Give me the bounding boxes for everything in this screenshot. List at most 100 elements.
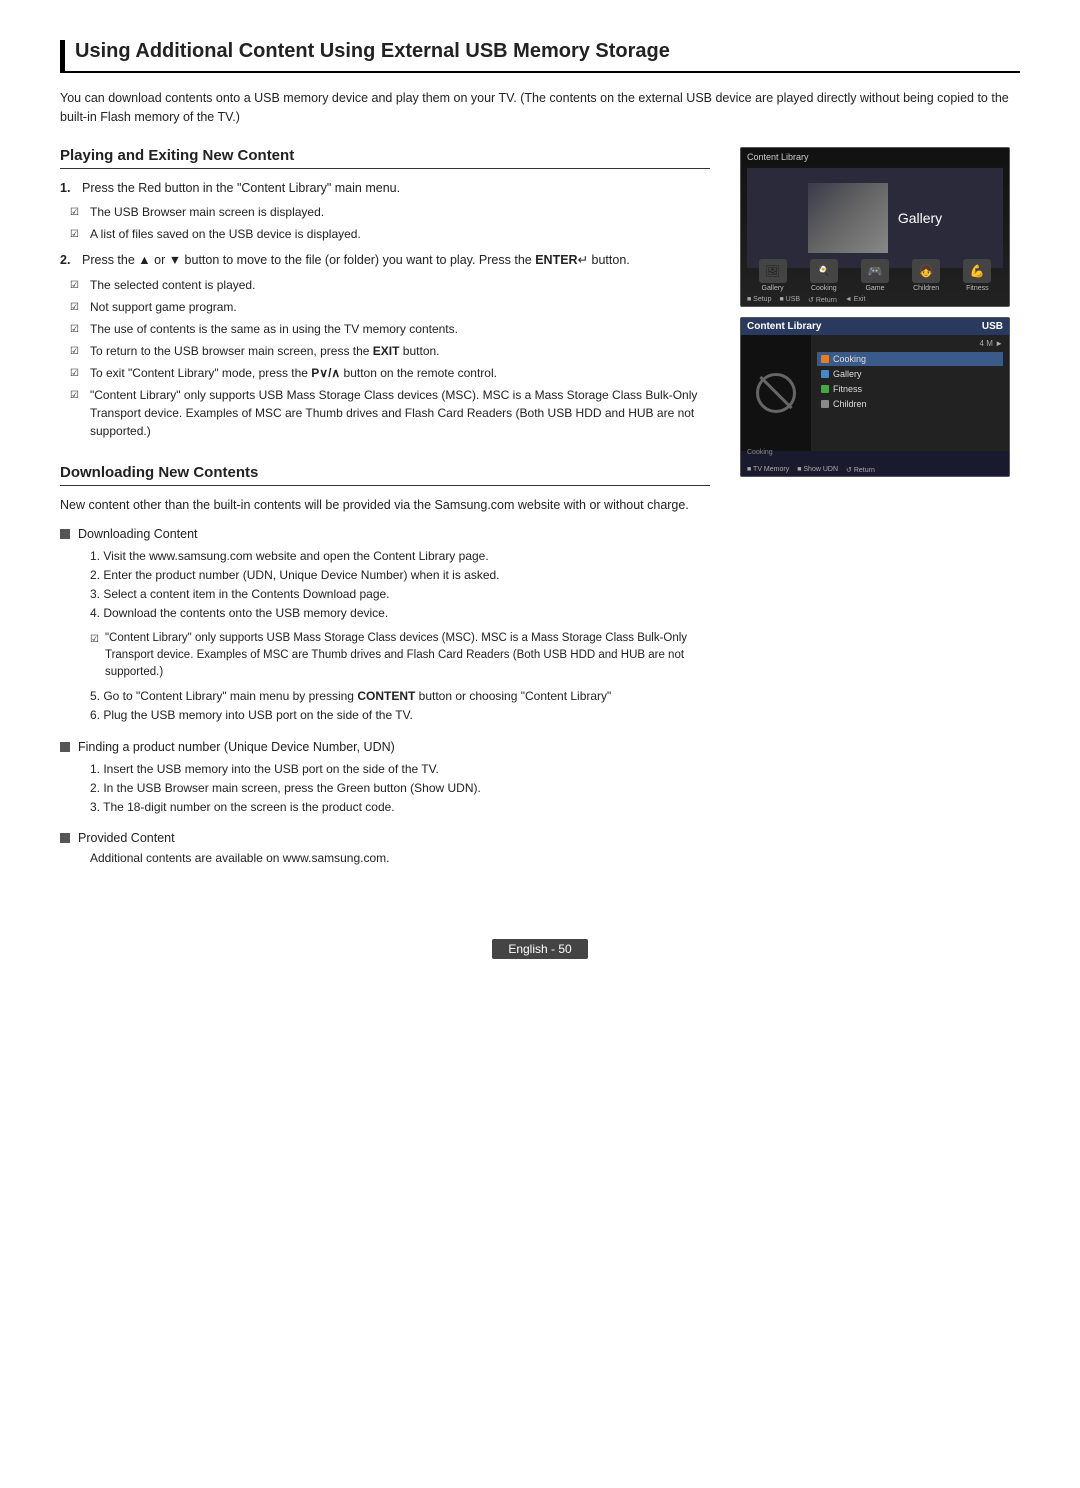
gallery-thumbnail — [808, 183, 888, 253]
notes-after-step1: ☑ The USB Browser main screen is display… — [60, 203, 710, 243]
udn-step-1: 1. Insert the USB memory into the USB po… — [90, 760, 710, 779]
section-playing: Playing and Exiting New Content 1. Press… — [60, 147, 710, 441]
screen1-footer-exit: ◄ Exit — [845, 296, 866, 304]
screen-gallery: Content Library Gallery 🖼 Gallery 🍳 Cook… — [740, 147, 1010, 307]
note-8-text: "Content Library" only supports USB Mass… — [90, 386, 710, 440]
note-icon-1: ☑ — [70, 205, 84, 221]
bullet2-icon — [60, 742, 70, 752]
cooking-icon-label: Cooking — [811, 285, 837, 292]
dot-fitness — [821, 385, 829, 393]
note-2-text: A list of files saved on the USB device … — [90, 225, 361, 243]
bullet1-note: ☑ "Content Library" only supports USB Ma… — [60, 630, 710, 682]
cl-item-children: Children — [817, 397, 1003, 411]
section-downloading: Downloading New Contents New content oth… — [60, 464, 710, 865]
screen1-label: Content Library — [747, 152, 809, 162]
note-6-text: To return to the USB browser main screen… — [90, 342, 440, 360]
bullet3-icon — [60, 833, 70, 843]
left-column: Playing and Exiting New Content 1. Press… — [60, 147, 710, 880]
cl-item-gallery: Gallery — [817, 367, 1003, 381]
note-2: ☑ A list of files saved on the USB devic… — [70, 225, 710, 243]
bullet1-steps: 1. Visit the www.samsung.com website and… — [60, 547, 710, 624]
cl-footer-return: ↺ Return — [846, 466, 875, 474]
dl-step-1: 1. Visit the www.samsung.com website and… — [90, 547, 710, 566]
bullet-provided: Provided Content Additional contents are… — [60, 831, 710, 865]
cl-footer-udn: ■ Show UDN — [797, 466, 838, 474]
icon-gallery: 🖼 Gallery — [759, 259, 787, 292]
cl-header: Content Library USB — [741, 318, 1009, 335]
gallery-icon-box: 🖼 — [759, 259, 787, 283]
step-1: 1. Press the Red button in the "Content … — [60, 179, 710, 198]
cl-footer: ■ TV Memory ■ Show UDN ↺ Return — [747, 466, 1003, 474]
cl-item-cooking: Cooking — [817, 352, 1003, 366]
udn-step-2: 2. In the USB Browser main screen, press… — [90, 779, 710, 798]
footer-bar: English - 50 — [60, 939, 1020, 959]
step-2: 2. Press the ▲ or ▼ button to move to th… — [60, 251, 710, 270]
cl-sub-label: Cooking — [747, 449, 773, 456]
note-icon-2: ☑ — [70, 227, 84, 243]
children-icon-box: 👧 — [912, 259, 940, 283]
cl-gallery-label: Gallery — [833, 369, 862, 379]
bullet1-note-item: ☑ "Content Library" only supports USB Ma… — [90, 630, 710, 682]
screen-container: Content Library Gallery 🖼 Gallery 🍳 Cook… — [740, 147, 1020, 477]
cl-body: 4 M ► Cooking Gallery Fitn — [741, 335, 1009, 451]
note-1-text: The USB Browser main screen is displayed… — [90, 203, 324, 221]
gallery-main: Gallery — [747, 168, 1003, 268]
bullet-udn: Finding a product number (Unique Device … — [60, 740, 710, 818]
dl-step-6: 6. Plug the USB memory into USB port on … — [90, 706, 710, 725]
note-6: ☑ To return to the USB browser main scre… — [70, 342, 710, 360]
bullet2-label: Finding a product number (Unique Device … — [78, 740, 395, 754]
game-icon-box: 🎮 — [861, 259, 889, 283]
bullet-downloading: Downloading Content 1. Visit the www.sam… — [60, 527, 710, 726]
bullet1-label: Downloading Content — [78, 527, 198, 541]
right-column: Content Library Gallery 🖼 Gallery 🍳 Cook… — [740, 147, 1020, 880]
footer-badge: English - 50 — [492, 939, 587, 959]
screen-bottom-inner: Content Library USB 4 M ► Cooking — [741, 318, 1009, 476]
icon-game: 🎮 Game — [861, 259, 889, 292]
cl-item-fitness: Fitness — [817, 382, 1003, 396]
cl-left — [741, 335, 811, 451]
note-icon-7: ☑ — [70, 366, 84, 382]
note-1: ☑ The USB Browser main screen is display… — [70, 203, 710, 221]
fitness-icon-label: Fitness — [966, 285, 989, 292]
bullet2-steps: 1. Insert the USB memory into the USB po… — [60, 760, 710, 818]
page-title: Using Additional Content Using External … — [60, 40, 1020, 73]
step-1-text: Press the Red button in the "Content Lib… — [82, 179, 400, 198]
icon-cooking: 🍳 Cooking — [810, 259, 838, 292]
note-4-text: Not support game program. — [90, 298, 237, 316]
dot-children — [821, 400, 829, 408]
screen1-footer: ■ Setup ■ USB ↺ Return ◄ Exit — [747, 296, 1003, 304]
dl-step-4: 4. Download the contents onto the USB me… — [90, 604, 710, 623]
dl-step-5: 5. Go to "Content Library" main menu by … — [90, 687, 710, 706]
cl-header-label: Content Library — [747, 321, 821, 332]
fitness-icon-box: 💪 — [963, 259, 991, 283]
note-5: ☑ The use of contents is the same as in … — [70, 320, 710, 338]
cl-fitness-label: Fitness — [833, 384, 862, 394]
gallery-label: Gallery — [898, 210, 942, 226]
note-8: ☑ "Content Library" only supports USB Ma… — [70, 386, 710, 440]
dot-cooking — [821, 355, 829, 363]
dl-step-3: 3. Select a content item in the Contents… — [90, 585, 710, 604]
icon-children: 👧 Children — [912, 259, 940, 292]
cooking-icon-box: 🍳 — [810, 259, 838, 283]
bullet2-header: Finding a product number (Unique Device … — [60, 740, 710, 754]
cl-children-label: Children — [833, 399, 867, 409]
bullet3-text: Additional contents are available on www… — [60, 851, 710, 865]
section1-step2: 2. Press the ▲ or ▼ button to move to th… — [60, 251, 710, 270]
cl-size: 4 M ► — [817, 339, 1003, 348]
section1-steps: 1. Press the Red button in the "Content … — [60, 179, 710, 198]
screen-icons-row: 🖼 Gallery 🍳 Cooking 🎮 Game 👧 — [747, 259, 1003, 292]
note-icon-4: ☑ — [70, 300, 84, 316]
gallery-icon-label: Gallery — [762, 285, 784, 292]
note-icon-8: ☑ — [70, 388, 84, 440]
note-7-text: To exit "Content Library" mode, press th… — [90, 364, 497, 382]
screen1-footer-return: ↺ Return — [808, 296, 837, 304]
note-icon-3: ☑ — [70, 278, 84, 294]
screen1-footer-setup: ■ Setup — [747, 296, 771, 304]
section1-title: Playing and Exiting New Content — [60, 147, 710, 169]
note-icon-6: ☑ — [70, 344, 84, 360]
section2-intro: New content other than the built-in cont… — [60, 496, 710, 515]
udn-step-3: 3. The 18-digit number on the screen is … — [90, 798, 710, 817]
note-7: ☑ To exit "Content Library" mode, press … — [70, 364, 710, 382]
section2-title: Downloading New Contents — [60, 464, 710, 486]
screen1-footer-usb: ■ USB — [779, 296, 800, 304]
